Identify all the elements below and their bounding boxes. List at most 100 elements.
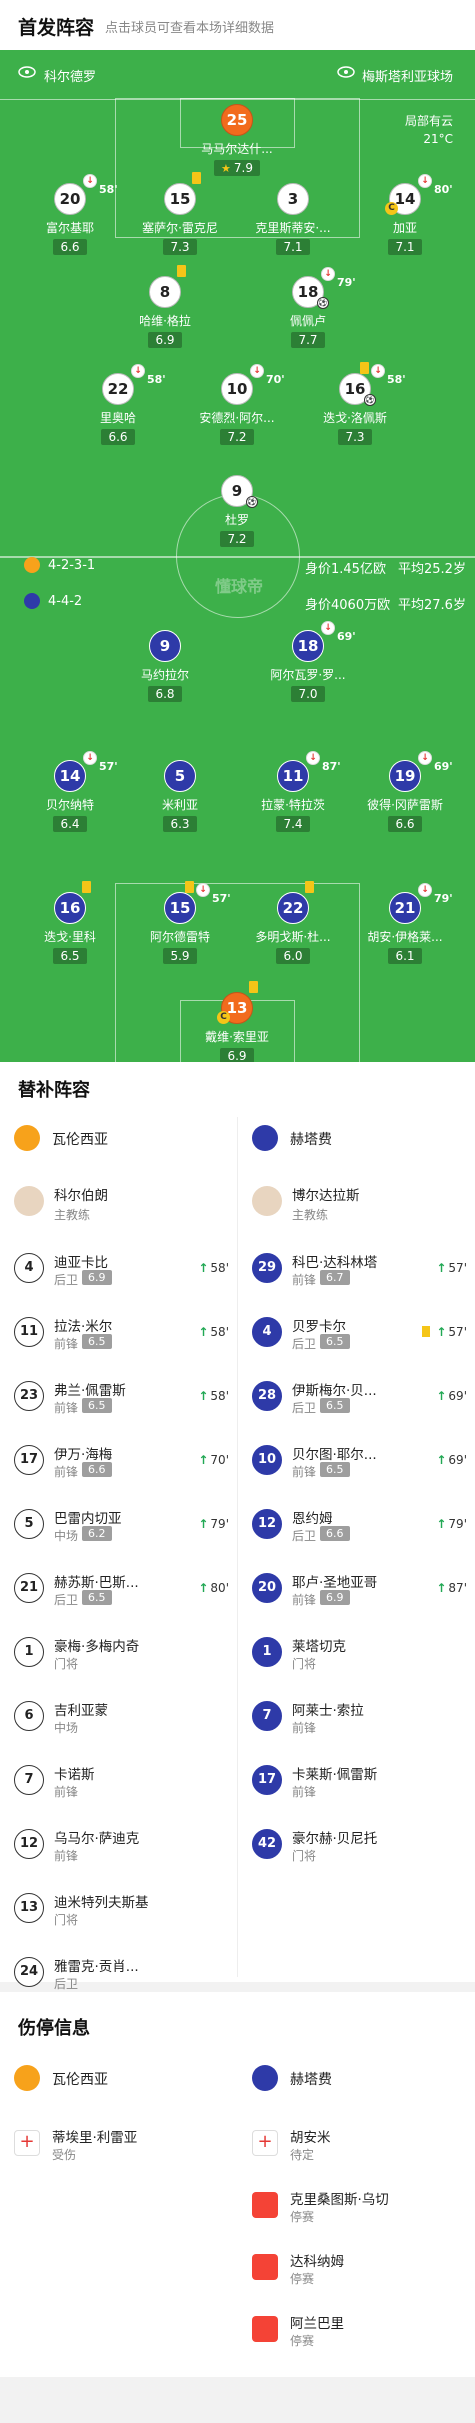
sub-off-icon: ↓ bbox=[196, 883, 210, 897]
player-marker[interactable]: 14 ↓ 57' 贝尔纳特 6.4 bbox=[20, 751, 120, 832]
sub-player-row[interactable]: 11 拉法·米尔 前锋 6.5 ↑ 58' bbox=[0, 1301, 237, 1365]
player-position: 前锋 bbox=[292, 1785, 317, 1799]
player-rating: 7.1 bbox=[388, 239, 422, 255]
player-name: 多明戈斯·杜... bbox=[255, 930, 331, 944]
player-marker[interactable]: 21 ↓ 79' 胡安·伊格莱... 6.1 bbox=[355, 883, 455, 964]
sub-player-row[interactable]: 42 豪尔赫·贝尼托 门将 bbox=[238, 1813, 475, 1877]
player-name: 塞萨尔·雷克尼 bbox=[142, 221, 218, 235]
player-marker[interactable]: 15 ↓ 57' 阿尔德雷特 5.9 bbox=[130, 881, 231, 964]
player-marker[interactable]: 10 ↓ 70' 安德烈·阿尔... 7.2 bbox=[187, 364, 287, 445]
star-icon: ★ bbox=[221, 162, 231, 175]
sub-on-icon: ↑ bbox=[436, 1261, 447, 1275]
player-marker[interactable]: 5 米利亚 6.3 bbox=[130, 760, 230, 832]
player-marker[interactable]: 20 ↓ 58' 富尔基耶 6.6 bbox=[20, 174, 120, 255]
sub-player-row[interactable]: 12 乌马尔·萨迪克 前锋 bbox=[0, 1813, 237, 1877]
player-marker[interactable]: 16 迭戈·里科 6.5 bbox=[20, 881, 120, 964]
injury-item[interactable]: 阿兰巴里 停赛 bbox=[238, 2298, 475, 2360]
player-marker[interactable]: 19 ↓ 69' 彼得·冈萨雷斯 6.6 bbox=[355, 751, 455, 832]
player-marker[interactable]: 13 C 戴维·索里亚 6.9 bbox=[187, 981, 287, 1062]
sub-player-row[interactable]: 17 卡莱斯·佩雷斯 前锋 bbox=[238, 1749, 475, 1813]
away-coach[interactable]: 博尔达拉斯 主教练 bbox=[238, 1172, 475, 1232]
player-name: 恩约姆 bbox=[292, 1511, 333, 1527]
player-marker[interactable]: 18 ↓ 79' ⚽ 佩佩卢 7.7 bbox=[258, 267, 358, 348]
sub-player-row[interactable]: 21 赫苏斯·巴斯... 后卫 6.5 ↑ 80' bbox=[0, 1557, 237, 1621]
sub-player-row[interactable]: 6 吉利亚蒙 中场 bbox=[0, 1685, 237, 1749]
sub-off-icon: ↓ bbox=[418, 883, 432, 897]
sub-on-icon: ↑ bbox=[198, 1581, 209, 1595]
page-subtitle: 点击球员可查看本场详细数据 bbox=[105, 21, 275, 36]
player-number: 13 bbox=[14, 1893, 44, 1923]
sub-player-row[interactable]: 29 科巴·达科林塔 前锋 6.7 ↑ 57' bbox=[238, 1237, 475, 1301]
player-name: 科巴·达科林塔 bbox=[292, 1255, 378, 1271]
sub-off-icon: ↓ bbox=[371, 364, 385, 378]
player-marker[interactable]: 9 ⚽ 杜罗 7.2 bbox=[187, 475, 287, 547]
player-name: 豪梅·多梅内奇 bbox=[54, 1639, 140, 1655]
player-number: 15 bbox=[164, 172, 201, 215]
player-rating: 7.3 bbox=[163, 239, 197, 255]
yellow-card-icon bbox=[422, 1326, 431, 1337]
sub-player-row[interactable]: 12 恩约姆 后卫 6.6 ↑ 79' bbox=[238, 1493, 475, 1557]
player-marker[interactable]: 18 ↓ 69' 阿尔瓦罗·罗... 7.0 bbox=[258, 621, 358, 702]
sub-player-row[interactable]: 1 莱塔切克 门将 bbox=[238, 1621, 475, 1685]
player-marker[interactable]: 22 多明戈斯·杜... 6.0 bbox=[243, 881, 343, 964]
player-name: 阿尔德雷特 bbox=[149, 930, 210, 944]
player-marker[interactable]: 11 ↓ 87' 拉蒙·特拉茨 7.4 bbox=[243, 751, 343, 832]
player-marker[interactable]: 3 克里斯蒂安·... 7.1 bbox=[243, 183, 343, 255]
sub-player-row[interactable]: 7 卡诺斯 前锋 bbox=[0, 1749, 237, 1813]
player-marker[interactable]: 15 塞萨尔·雷克尼 7.3 bbox=[130, 172, 230, 255]
team-row: 科尔德罗 梅斯塔利亚球场 bbox=[0, 50, 475, 100]
injury-item[interactable]: 达科纳姆 停赛 bbox=[238, 2236, 475, 2298]
player-name: 克里斯蒂安·... bbox=[255, 221, 331, 235]
injury-item[interactable]: + 胡安米 待定 bbox=[238, 2112, 475, 2174]
sub-player-row[interactable]: 20 耶卢·圣地亚哥 前锋 6.9 ↑ 87' bbox=[238, 1557, 475, 1621]
sub-player-row[interactable]: 5 巴雷内切亚 中场 6.2 ↑ 79' bbox=[0, 1493, 237, 1557]
player-position: 前锋 bbox=[292, 1721, 317, 1735]
player-marker[interactable]: 25 马马尔达什... ★ 7.9 bbox=[187, 104, 287, 176]
player-name: 伊斯梅尔·贝... bbox=[292, 1383, 377, 1399]
player-number: 5 bbox=[14, 1509, 44, 1539]
yellow-card-icon bbox=[177, 265, 186, 277]
player-rating: 5.9 bbox=[163, 948, 197, 964]
player-name: 迭戈·里科 bbox=[44, 930, 96, 944]
player-number: 21 bbox=[14, 1573, 44, 1603]
player-name: 马马尔达什... bbox=[201, 142, 273, 156]
injury-item[interactable]: + 蒂埃里·利雷亚 受伤 bbox=[0, 2112, 237, 2174]
sub-off-icon: ↓ bbox=[83, 751, 97, 765]
player-marker[interactable]: 9 马约拉尔 6.8 bbox=[115, 630, 215, 702]
player-name: 贝尔纳特 bbox=[45, 798, 94, 812]
player-number: 16 ↓ 58' ⚽ bbox=[339, 362, 406, 406]
player-rating: 6.0 bbox=[276, 948, 310, 964]
sub-player-row[interactable]: 13 迪米特列夫斯基 门将 bbox=[0, 1877, 237, 1941]
home-age: 平均25.2岁 bbox=[398, 562, 466, 577]
player-name: 彼得·冈萨雷斯 bbox=[367, 798, 443, 812]
player-number: 9 ⚽ bbox=[221, 475, 258, 508]
sub-player-row[interactable]: 10 贝尔图·耶尔... 前锋 6.5 ↑ 69' bbox=[238, 1429, 475, 1493]
player-marker[interactable]: 16 ↓ 58' ⚽ 迭戈·洛佩斯 7.3 bbox=[305, 362, 406, 445]
player-marker[interactable]: 8 哈维·格拉 6.9 bbox=[115, 265, 215, 348]
sub-player-row[interactable]: 28 伊斯梅尔·贝... 后卫 6.5 ↑ 69' bbox=[238, 1365, 475, 1429]
sub-player-row[interactable]: 17 伊万·海梅 前锋 6.6 ↑ 70' bbox=[0, 1429, 237, 1493]
player-name: 贝罗卡尔 bbox=[292, 1319, 346, 1335]
sub-player-row[interactable]: 23 弗兰·佩雷斯 前锋 6.5 ↑ 58' bbox=[0, 1365, 237, 1429]
player-rating: 6.5 bbox=[82, 1334, 112, 1349]
stadium-name: 梅斯塔利亚球场 bbox=[362, 70, 454, 85]
sub-player-row[interactable]: 7 阿莱士·索拉 前锋 bbox=[238, 1685, 475, 1749]
sub-off-icon: ↓ bbox=[321, 267, 335, 281]
sub-player-row[interactable]: 1 豪梅·多梅内奇 门将 bbox=[0, 1621, 237, 1685]
pitch: 科尔德罗 梅斯塔利亚球场 局部有云 21°C 懂球帝 4-2-3-1 身价1.45… bbox=[0, 50, 475, 1062]
sub-on-time: ↑ 57' bbox=[436, 1261, 467, 1275]
sub-player-row[interactable]: 4 贝罗卡尔 后卫 6.5 ↑ 57' bbox=[238, 1301, 475, 1365]
player-number: 29 bbox=[252, 1253, 282, 1283]
injury-item[interactable]: 克里桑图斯·乌切 停赛 bbox=[238, 2174, 475, 2236]
player-marker[interactable]: 14 ↓ 80' C 加亚 7.1 bbox=[355, 174, 455, 255]
sub-player-row[interactable]: 4 迪亚卡比 后卫 6.9 ↑ 58' bbox=[0, 1237, 237, 1301]
player-rating: 6.4 bbox=[53, 816, 87, 832]
away-age: 平均27.6岁 bbox=[398, 598, 466, 613]
page-header: 首发阵容 点击球员可查看本场详细数据 bbox=[0, 0, 475, 50]
home-coach[interactable]: 科尔伯朗 主教练 bbox=[0, 1172, 237, 1232]
player-marker[interactable]: 22 ↓ 58' 里奥哈 6.6 bbox=[68, 364, 168, 445]
player-rating: 7.4 bbox=[276, 816, 310, 832]
away-team-label: 赫塔费 bbox=[238, 1112, 475, 1162]
player-rating: 6.5 bbox=[82, 1590, 112, 1605]
player-number: 17 bbox=[252, 1765, 282, 1795]
